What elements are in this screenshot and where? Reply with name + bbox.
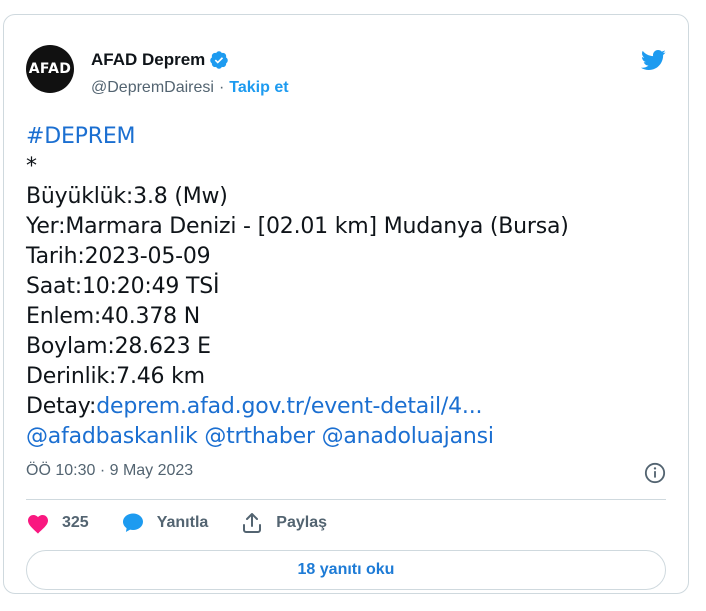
latitude-line: Enlem:40.378 N (26, 304, 200, 329)
reply-bubble-icon (122, 513, 143, 532)
like-button[interactable]: 325 (26, 512, 89, 534)
twitter-bird-icon[interactable] (638, 47, 668, 73)
separator-dot: · (218, 79, 225, 96)
depth-line: Derinlik:7.46 km (26, 364, 205, 389)
read-replies-button[interactable]: 18 yanıtı oku (26, 550, 666, 590)
location-line: Yer:Marmara Denizi - [02.01 km] Mudanya … (26, 214, 569, 239)
author-handle-row: @DepremDairesi · Takip et (91, 79, 289, 97)
author-name[interactable]: AFAD Deprem (91, 50, 205, 70)
tweet-timestamp[interactable]: ÖÖ 10:30 · 9 May 2023 (26, 462, 193, 480)
author-name-row[interactable]: AFAD Deprem (91, 50, 229, 70)
share-icon (243, 513, 262, 533)
hashtag-link[interactable]: #DEPREM (26, 124, 136, 149)
detail-link[interactable]: deprem.afad.gov.tr/event-detail/4... (96, 394, 482, 419)
reply-label: Yanıtla (156, 514, 209, 531)
magnitude-line: Büyüklük:3.8 (Mw) (26, 184, 228, 209)
heart-icon (28, 515, 48, 534)
avatar-logo-text: AFAD (28, 61, 72, 77)
share-button[interactable]: Paylaş (240, 511, 327, 535)
longitude-line: Boylam:28.623 E (26, 334, 211, 359)
detail-line: Detay:deprem.afad.gov.tr/event-detail/4.… (26, 392, 569, 422)
star-line: * (26, 154, 37, 179)
author-handle[interactable]: @DepremDairesi (91, 79, 214, 97)
mention-link[interactable]: @trthaber (204, 424, 315, 449)
avatar[interactable]: AFAD (26, 45, 74, 93)
share-label: Paylaş (276, 514, 327, 531)
time-line: Saat:10:20:49 TSİ (26, 274, 220, 299)
reply-button[interactable]: Yanıtla (121, 511, 209, 535)
tweet-actions: 325 Yanıtla Paylaş (26, 511, 359, 535)
tweet-body: #DEPREM * Büyüklük:3.8 (Mw) Yer:Marmara … (26, 122, 569, 452)
info-icon[interactable] (644, 462, 666, 484)
mentions-line: @afadbaskanlik @trthaber @anadoluajansi (26, 422, 569, 452)
follow-button[interactable]: Takip et (229, 79, 288, 97)
verified-badge-icon (210, 51, 229, 69)
like-count: 325 (62, 514, 89, 531)
detail-prefix: Detay: (26, 394, 97, 419)
mention-link[interactable]: @afadbaskanlik (26, 424, 198, 449)
mention-link[interactable]: @anadoluajansi (322, 424, 494, 449)
tweet-card: AFAD AFAD Deprem @DepremDairesi · Takip … (3, 14, 689, 594)
divider (26, 499, 666, 500)
date-line: Tarih:2023-05-09 (26, 244, 211, 269)
